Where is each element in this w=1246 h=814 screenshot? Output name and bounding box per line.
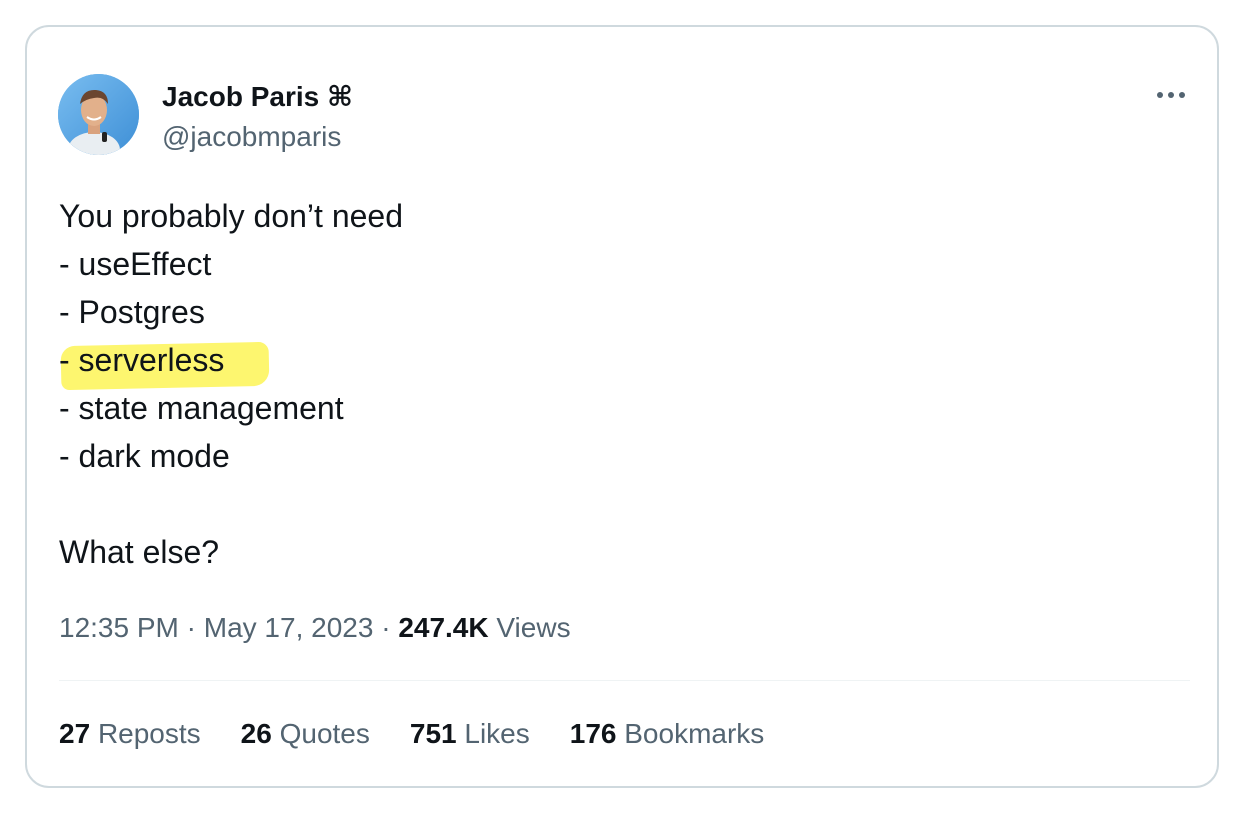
tweet-date[interactable]: May 17, 2023 — [204, 612, 374, 643]
reposts-count: 27 — [59, 718, 91, 749]
more-options-button[interactable] — [1145, 79, 1197, 111]
likes-label: Likes — [464, 718, 530, 749]
likes-count: 751 — [409, 718, 457, 749]
quotes-label: Quotes — [279, 718, 370, 749]
highlighted-text: - serverless — [59, 342, 225, 378]
tweet-line-highlighted: - serverless — [59, 336, 1179, 391]
likes-stat[interactable]: 751 Likes — [410, 714, 530, 754]
highlight-mark: - serverless — [59, 336, 270, 391]
bookmarks-label: Bookmarks — [624, 718, 765, 749]
avatar[interactable] — [58, 74, 139, 155]
quotes-count: 26 — [240, 718, 272, 749]
reposts-label: Reposts — [97, 718, 201, 749]
bookmarks-stat[interactable]: 176 Bookmarks — [570, 714, 765, 754]
tweet-line: You probably don’t need — [59, 198, 403, 234]
reposts-stat[interactable]: 27 Reposts — [59, 714, 201, 754]
views-label: Views — [496, 612, 571, 643]
author-name[interactable]: Jacob Paris ⌘ — [162, 77, 353, 117]
quotes-stat[interactable]: 26 Quotes — [241, 714, 370, 754]
meta-separator: · — [178, 612, 204, 643]
tweet-line: - dark mode — [59, 438, 230, 474]
divider — [59, 680, 1190, 681]
views-count: 247.4K — [398, 612, 489, 643]
meta-separator: · — [373, 612, 399, 643]
tweet-time[interactable]: 12:35 PM — [59, 612, 179, 643]
more-horizontal-icon — [1157, 92, 1185, 98]
author-handle[interactable]: @jacobmparis — [162, 117, 341, 157]
tweet-meta: 12:35 PM · May 17, 2023 · 247.4K Views — [59, 608, 571, 648]
engagement-stats: 27 Reposts 26 Quotes 751 Likes 176 Bookm… — [59, 714, 804, 754]
tweet-text: You probably don’t need - useEffect - Po… — [59, 192, 1179, 576]
tweet-card: Jacob Paris ⌘ @jacobmparis You probably … — [25, 25, 1219, 788]
tweet-line: - Postgres — [59, 294, 205, 330]
bookmarks-count: 176 — [569, 718, 617, 749]
tweet-line: - state management — [59, 390, 344, 426]
tweet-line: - useEffect — [59, 246, 212, 282]
tweet-line: What else? — [59, 534, 220, 570]
